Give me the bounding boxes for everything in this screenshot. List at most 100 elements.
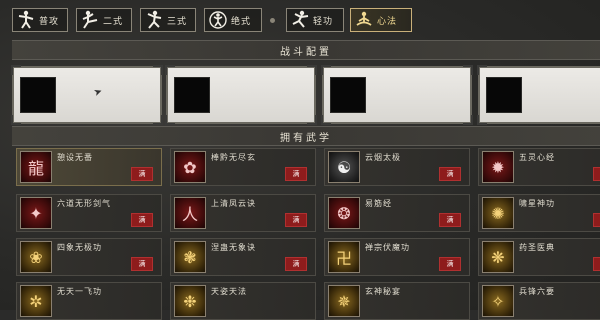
star-icon: ✺	[482, 197, 514, 229]
skill-name: 上清凤云诀	[211, 199, 256, 208]
skill-card[interactable]: ✺ 啸星神功满	[478, 194, 600, 232]
skill-card[interactable]: ❀ 四象无极功满	[16, 238, 162, 276]
skill-emblem: ✹	[491, 157, 505, 177]
config-slot-4[interactable]	[477, 65, 600, 125]
skill-card[interactable]: 卍 禅宗伏魔功满	[324, 238, 470, 276]
sword-energy-icon: ✦	[20, 197, 52, 229]
skill-card[interactable]: ❃ 涅蛊无象诀满	[170, 238, 316, 276]
tab-label: 心法	[377, 16, 398, 27]
fighter-stance-icon	[143, 9, 165, 31]
skill-card[interactable]: ✹ 五灵心经满	[478, 148, 600, 186]
skill-card[interactable]: 龍 憩设无番满	[16, 148, 162, 186]
config-slot-2[interactable]	[165, 65, 317, 125]
skill-name: 易筋经	[365, 199, 392, 208]
battle-config-header: 战斗配置	[12, 40, 600, 60]
lotus-gold-icon: ❀	[20, 241, 52, 273]
blade-icon: ✧	[482, 285, 514, 317]
corner-ornament	[463, 65, 473, 75]
mystic-icon: ✵	[328, 285, 360, 317]
tab-ultimate-form[interactable]: 绝式	[204, 8, 262, 32]
figure-icon: 人	[174, 197, 206, 229]
skill-emblem: 人	[181, 205, 198, 224]
sky-icon: ❉	[174, 285, 206, 317]
skill-name: 兵锋六要	[519, 287, 555, 296]
corner-ornament	[307, 115, 317, 125]
skill-card[interactable]: ✧ 兵锋六要	[478, 282, 600, 320]
empty-skill-slot[interactable]	[330, 77, 366, 113]
taiji-icon: ☯	[328, 151, 360, 183]
skill-card[interactable]: ✵ 玄神秘宴	[324, 282, 470, 320]
max-level-badge: 满	[131, 257, 153, 271]
meditation-icon	[353, 9, 375, 31]
corner-ornament	[321, 115, 331, 125]
empty-skill-slot[interactable]	[174, 77, 210, 113]
tendon-icon: ❂	[328, 197, 360, 229]
max-level-badge: 满	[285, 257, 307, 271]
skill-card[interactable]: ❋ 药圣医典满	[478, 238, 600, 276]
corner-ornament	[165, 115, 175, 125]
corner-ornament	[153, 65, 163, 75]
corner-ornament	[11, 65, 21, 75]
section-title: 战斗配置	[280, 46, 332, 58]
corner-ornament	[153, 115, 163, 125]
skill-card[interactable]: 人 上清凤云诀满	[170, 194, 316, 232]
max-level-badge: 满	[593, 167, 600, 181]
fighter-punch-icon	[15, 9, 37, 31]
separator-dot	[270, 18, 275, 23]
skill-name: 涅蛊无象诀	[211, 243, 256, 252]
fighter-kick-icon	[79, 9, 101, 31]
max-level-badge: 满	[131, 213, 153, 227]
empty-skill-slot[interactable]	[20, 77, 56, 113]
skill-emblem: ❀	[29, 247, 43, 267]
skill-emblem: ✧	[491, 291, 505, 311]
fighter-ultimate-icon	[207, 9, 229, 31]
tab-label: 轻功	[313, 16, 334, 27]
max-level-badge: 满	[131, 167, 153, 181]
top-nav: 普攻 二式 三式 绝式 轻功 心法	[0, 0, 600, 36]
skill-name: 无天一飞功	[57, 287, 102, 296]
empty-skill-slot[interactable]	[486, 77, 522, 113]
config-slot-3[interactable]	[321, 65, 473, 125]
skill-emblem: ✲	[29, 291, 43, 311]
lotus-icon: ✿	[174, 151, 206, 183]
phoenix-icon: ❃	[174, 241, 206, 273]
corner-ornament	[477, 115, 487, 125]
config-slot-1[interactable]	[11, 65, 163, 125]
skill-emblem: ✦	[29, 203, 43, 223]
skill-name: 六道无形剑气	[57, 199, 111, 208]
medicine-icon: ❋	[482, 241, 514, 273]
skill-emblem: ✺	[491, 203, 505, 223]
skill-card[interactable]: ✲ 无天一飞功	[16, 282, 162, 320]
tab-lightness-skill[interactable]: 轻功	[286, 8, 344, 32]
tab-third-form[interactable]: 三式	[140, 8, 196, 32]
fighter-leap-icon	[289, 9, 311, 31]
max-level-badge: 满	[439, 257, 461, 271]
corner-ornament	[321, 65, 331, 75]
tab-second-form[interactable]: 二式	[76, 8, 132, 32]
skill-emblem: 龍	[27, 159, 44, 178]
tab-basic-attack[interactable]: 普攻	[12, 8, 68, 32]
buddha-icon: 卍	[328, 241, 360, 273]
max-level-badge: 满	[593, 257, 600, 271]
skill-card[interactable]: ❂ 易筋经满	[324, 194, 470, 232]
dragon-icon: 龍	[20, 151, 52, 183]
skill-name: 棒黔无尽玄	[211, 153, 256, 162]
max-level-badge: 满	[593, 213, 600, 227]
skill-emblem: 卍	[335, 249, 352, 268]
skill-emblem: ☯	[336, 157, 352, 177]
tab-inner-art[interactable]: 心法	[350, 8, 412, 32]
skill-emblem: ✵	[337, 291, 351, 311]
skill-card[interactable]: ❉ 天姿天法	[170, 282, 316, 320]
skill-card[interactable]: ✦ 六道无形剑气满	[16, 194, 162, 232]
skill-card[interactable]: ☯ 云烟太极满	[324, 148, 470, 186]
corner-ornament	[477, 65, 487, 75]
skill-emblem: ❃	[183, 247, 197, 267]
flame-icon: ✹	[482, 151, 514, 183]
skill-name: 五灵心经	[519, 153, 555, 162]
max-level-badge: 满	[439, 213, 461, 227]
corner-ornament	[165, 65, 175, 75]
tab-label: 二式	[103, 16, 124, 27]
section-title: 拥有武学	[280, 132, 332, 144]
tab-label: 普攻	[39, 16, 60, 27]
skill-card[interactable]: ✿ 棒黔无尽玄满	[170, 148, 316, 186]
